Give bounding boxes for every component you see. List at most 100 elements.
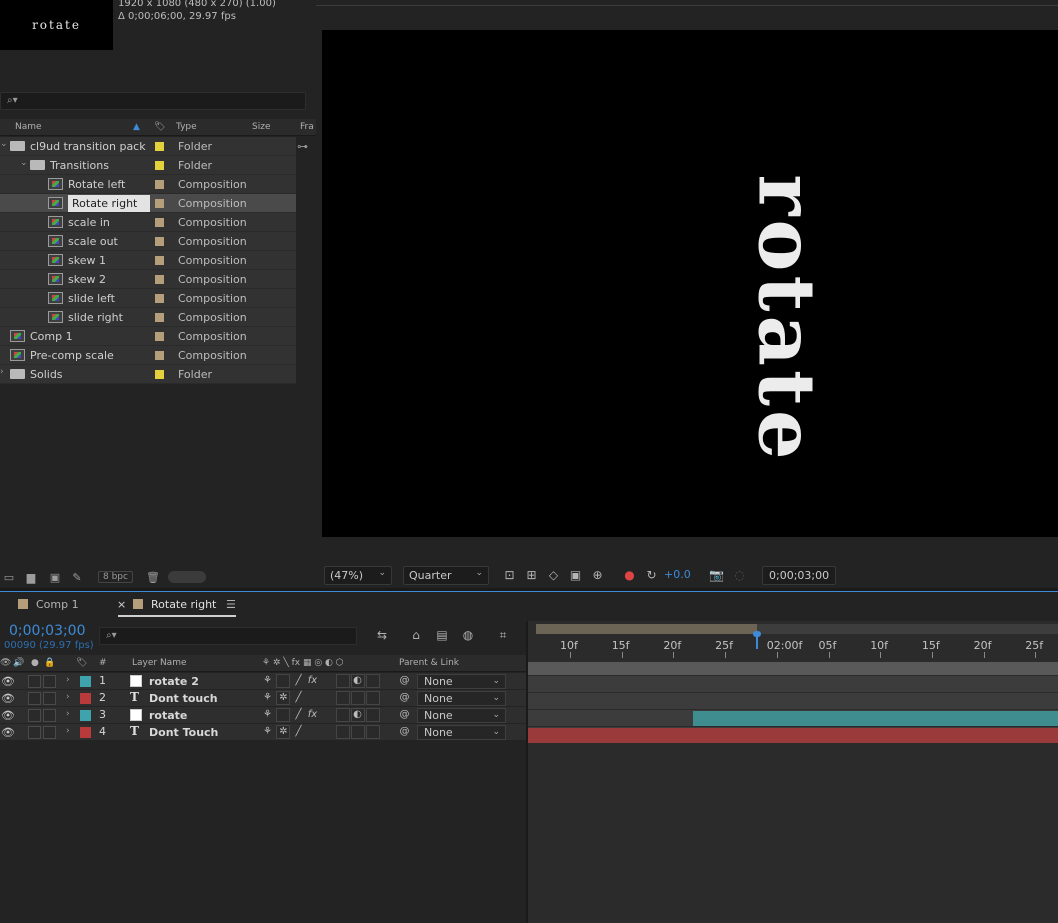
twirl-arrow-icon[interactable]: ⌄ [20,158,28,168]
column-name[interactable]: Name [15,122,42,132]
project-item[interactable]: scale in Composition [0,213,296,232]
layer-name[interactable]: Dont touch [149,692,218,705]
twirl-arrow-icon[interactable]: › [66,709,70,719]
show-snapshot-icon[interactable]: ◌ [732,568,747,582]
layer-duration-bar[interactable] [528,728,1058,743]
layer-label-color[interactable] [80,727,91,738]
fast-preview-icon[interactable]: ⊡ [502,568,517,582]
shy-switch-icon[interactable]: ⚘ [261,691,274,705]
project-item[interactable]: skew 2 Composition [0,270,296,289]
layer-track[interactable] [528,710,1058,727]
column-frame-rate[interactable]: Fra [300,122,314,132]
adjustment-icon[interactable]: ◐ [351,708,364,722]
audio-header-icon[interactable]: 🔊 [13,658,24,668]
effect-switch-icon[interactable]: fx [306,708,319,722]
3d-layer-switch[interactable] [366,674,380,688]
label-color-swatch[interactable] [155,199,164,208]
pick-whip-icon[interactable]: @ [398,708,411,722]
draft-3d-icon[interactable]: ⌂ [408,628,424,642]
project-item[interactable]: slide right Composition [0,308,296,327]
shy-switch-icon[interactable]: ⚘ [261,674,274,688]
motion-blur-switch[interactable] [336,708,350,722]
twirl-arrow-icon[interactable]: ⌄ [0,139,8,149]
3d-layer-switch[interactable] [366,708,380,722]
column-type[interactable]: Type [176,122,197,132]
label-color-swatch[interactable] [155,294,164,303]
3d-layer-switch[interactable] [366,725,380,739]
label-color-swatch[interactable] [155,275,164,284]
new-folder-icon[interactable]: ▆ [24,571,38,584]
collapse-transform-icon[interactable]: ✲ [277,691,290,705]
project-item[interactable]: Comp 1 Composition [0,327,296,346]
guides-icon[interactable]: ⊕ [590,568,605,582]
label-tag-icon[interactable]: 🏷 [154,122,165,132]
layer-name[interactable]: rotate 2 [149,675,199,688]
viewer-timecode[interactable]: 0;00;03;00 [762,566,837,585]
label-color-swatch[interactable] [155,180,164,189]
layer-row[interactable]: 👁 › 1 rotate 2 ⚘ ╱ fx ◐ @ None ⌄ [0,673,526,690]
twirl-arrow-icon[interactable]: › [66,726,70,736]
project-item[interactable]: ⌄ cl9ud transition pack Folder [0,137,296,156]
snapshot-camera-icon[interactable]: 📷 [709,568,724,582]
frame-blending-icon[interactable]: ◍ [460,628,476,642]
label-color-swatch[interactable] [155,237,164,246]
lock-toggle[interactable] [43,675,56,688]
pick-whip-icon[interactable]: @ [398,691,411,705]
video-toggle-header-icon[interactable]: 👁 [0,658,11,668]
current-time-indicator[interactable] [756,633,758,649]
project-item[interactable]: slide left Composition [0,289,296,308]
color-channels-icon[interactable]: ● [622,568,637,582]
project-item[interactable]: skew 1 Composition [0,251,296,270]
pick-whip-icon[interactable]: @ [398,725,411,739]
resolution-dropdown[interactable]: Quarter ⌄ [403,566,489,585]
layer-name[interactable]: rotate [149,709,187,722]
panel-menu-icon[interactable]: ☰ [226,598,236,611]
parent-link-header[interactable]: Parent & Link [399,658,459,668]
quality-switch-icon[interactable]: ╱ [292,691,305,705]
motion-blur-switch[interactable] [336,725,350,739]
label-color-swatch[interactable] [155,370,164,379]
parent-dropdown[interactable]: None ⌄ [417,691,506,706]
graph-editor-icon[interactable]: ⌗ [495,628,511,642]
collapse-switch[interactable] [276,674,290,688]
solo-toggle[interactable] [28,675,41,688]
label-color-swatch[interactable] [155,142,164,151]
label-color-swatch[interactable] [155,218,164,227]
layer-track[interactable] [528,727,1058,744]
layer-name[interactable]: Dont Touch [149,726,218,739]
3d-layer-switch[interactable] [366,691,380,705]
collapse-switch[interactable] [276,708,290,722]
layer-label-color[interactable] [80,676,91,687]
twirl-arrow-icon[interactable]: › [66,675,70,685]
solo-toggle[interactable] [28,709,41,722]
label-color-swatch[interactable] [155,332,164,341]
twirl-arrow-icon[interactable]: › [66,692,70,702]
label-header-icon[interactable]: 🏷 [76,658,87,668]
horizontal-scrollbar[interactable] [168,571,206,583]
layer-number-header[interactable]: # [99,658,107,668]
transparency-grid-icon[interactable]: ⊞ [524,568,539,582]
exposure-value[interactable]: +0.0 [664,568,691,581]
current-time-display[interactable]: 0;00;03;00 [9,623,86,639]
adjustment-icon[interactable]: ◐ [351,674,364,688]
project-item[interactable]: › Solids Folder [0,365,296,384]
tab-close-icon[interactable]: × [117,598,126,611]
reset-exposure-icon[interactable]: ↻ [644,568,659,582]
sort-ascending-icon[interactable]: ▲ [133,122,140,132]
mask-visibility-icon[interactable]: ◇ [546,568,561,582]
column-size[interactable]: Size [252,122,270,132]
layer-label-color[interactable] [80,710,91,721]
label-color-swatch[interactable] [155,351,164,360]
collapse-transform-icon[interactable]: ✲ [277,725,290,739]
adjust-settings-icon[interactable]: ✎ [70,571,84,584]
layer-label-color[interactable] [80,693,91,704]
work-area-bar[interactable] [536,624,1058,634]
adjustment-layer-switch[interactable] [351,691,365,705]
parent-dropdown[interactable]: None ⌄ [417,708,506,723]
new-composition-icon[interactable]: ▣ [48,571,62,584]
layer-search-input[interactable]: ⌕▾ [99,627,357,645]
layer-name-header[interactable]: Layer Name [132,658,187,668]
video-toggle-icon[interactable]: 👁 [1,726,15,739]
lock-toggle[interactable] [43,726,56,739]
lock-header-icon[interactable]: 🔒 [44,658,55,668]
